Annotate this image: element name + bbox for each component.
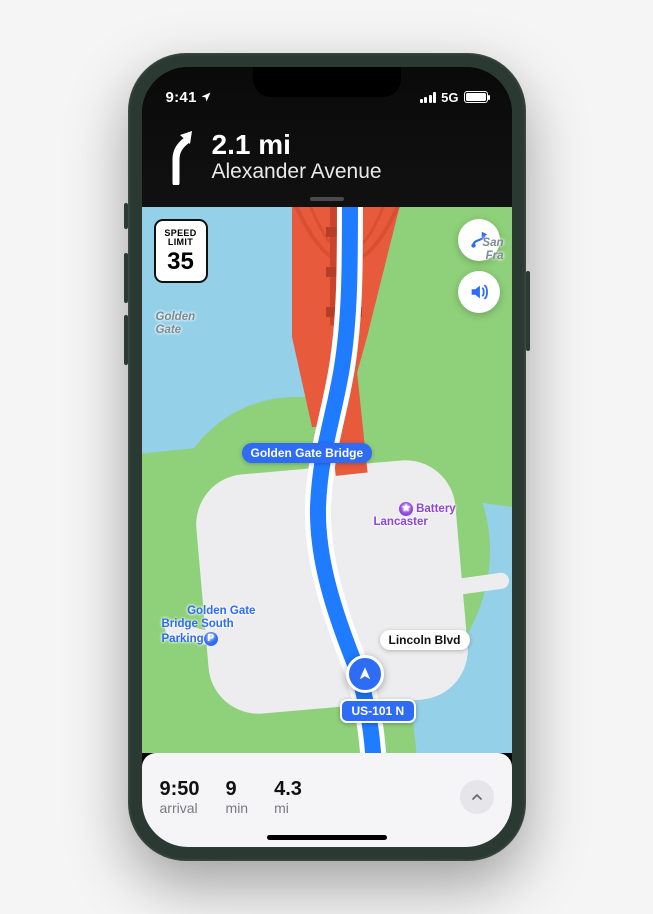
banner-grabber[interactable] [310, 197, 344, 201]
chevron-up-icon [469, 789, 485, 805]
voice-guidance-button[interactable] [458, 271, 500, 313]
arrival-time: 9:50 [160, 778, 200, 800]
power-button [526, 271, 530, 351]
screen: 9:41 5G 2.1 mi Alexander Avenue [142, 67, 512, 847]
place-chip-golden-gate-bridge[interactable]: Golden Gate Bridge [242, 443, 373, 463]
direction-text: 2.1 mi Alexander Avenue [212, 130, 382, 185]
distance-value: 4.3 [274, 778, 302, 800]
street-chip-lincoln-blvd[interactable]: Lincoln Blvd [380, 630, 470, 650]
poi-battery-lancaster[interactable]: ★Battery Lancaster [374, 489, 456, 543]
speed-limit-sign: SPEED LIMIT 35 [154, 219, 208, 283]
status-time: 9:41 [166, 89, 212, 106]
clock-text: 9:41 [166, 89, 197, 106]
expand-sheet-button[interactable] [460, 780, 494, 814]
volume-up-button [124, 253, 128, 303]
route-shield-us101n: US-101 N [340, 699, 417, 723]
speed-limit-value: 35 [167, 250, 194, 274]
home-indicator[interactable] [267, 835, 387, 840]
water-label-san-francisco: San Fra [482, 237, 503, 263]
battery-icon [464, 91, 488, 103]
distance-metric: 4.3 mi [274, 778, 302, 816]
device-frame: 9:41 5G 2.1 mi Alexander Avenue [128, 53, 526, 861]
duration-value: 9 [226, 778, 249, 800]
location-services-icon [200, 91, 212, 103]
user-location-puck [346, 655, 384, 693]
water-label-golden-gate: Golden Gate [156, 311, 196, 337]
heading-arrow-icon [356, 665, 374, 683]
landmark-icon: ★ [399, 502, 413, 516]
speed-limit-label-2: LIMIT [168, 238, 193, 247]
distance-label: mi [274, 800, 302, 816]
notch [253, 67, 401, 97]
poi-ggb-south-parking[interactable]: Golden Gate Bridge South ParkingP [162, 592, 256, 659]
arrival-metric: 9:50 arrival [160, 778, 200, 816]
network-label: 5G [441, 90, 458, 105]
trip-summary-sheet[interactable]: 9:50 arrival 9 min 4.3 mi [142, 753, 512, 847]
map-canvas[interactable]: SPEED LIMIT 35 Golden Gat [142, 207, 512, 753]
cellular-signal-icon [420, 92, 437, 103]
poi-label-text: Battery Lancaster [374, 503, 456, 528]
maneuver-road: Alexander Avenue [212, 160, 382, 184]
duration-metric: 9 min [226, 778, 249, 816]
silence-switch [124, 203, 128, 229]
duration-label: min [226, 800, 249, 816]
speaker-icon [468, 281, 490, 303]
bear-right-icon [162, 129, 196, 185]
volume-down-button [124, 315, 128, 365]
arrival-label: arrival [160, 800, 200, 816]
parking-icon: P [204, 632, 218, 646]
maneuver-distance: 2.1 mi [212, 130, 382, 161]
status-right: 5G [420, 90, 488, 105]
